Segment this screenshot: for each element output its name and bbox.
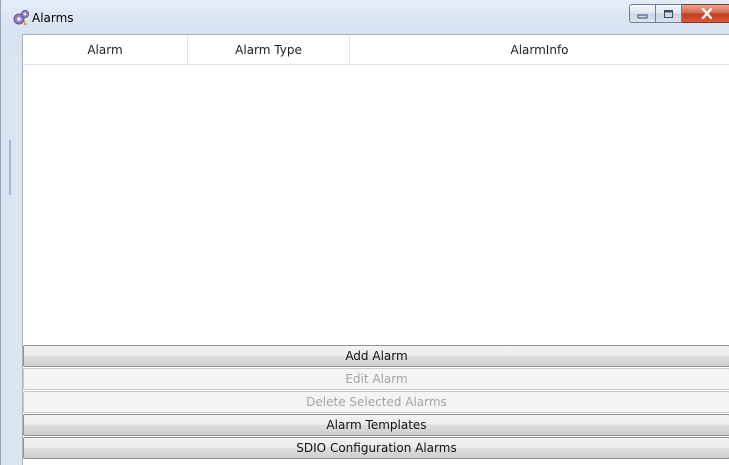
window-edge-accent [9,140,11,195]
client-area: Alarm Alarm Type AlarmInfo Add Alarm Edi… [22,34,729,465]
maximize-button[interactable] [656,4,682,23]
alarms-window: Alarms Alarm Alarm Type AlarmInfo Add Al… [0,0,729,465]
alarm-grid-header: Alarm Alarm Type AlarmInfo [23,35,729,65]
alarm-templates-button[interactable]: Alarm Templates [23,414,729,436]
title-bar[interactable]: Alarms [1,0,729,34]
column-header-alarm-type[interactable]: Alarm Type [188,35,350,64]
minimize-button[interactable] [629,4,656,23]
window-title: Alarms [32,11,74,25]
sdio-configuration-alarms-button[interactable]: SDIO Configuration Alarms [23,437,729,459]
caption-buttons [629,4,729,24]
gear-alarm-icon [12,9,30,27]
minimize-icon [637,4,648,23]
edit-alarm-button[interactable]: Edit Alarm [23,368,729,390]
close-button[interactable] [682,4,729,23]
alarm-grid-body[interactable] [23,65,729,344]
column-header-alarm-info[interactable]: AlarmInfo [350,35,729,64]
add-alarm-button[interactable]: Add Alarm [23,345,729,367]
maximize-icon [663,4,674,23]
delete-selected-alarms-button[interactable]: Delete Selected Alarms [23,391,729,413]
column-header-alarm[interactable]: Alarm [23,35,188,64]
close-icon [701,4,713,23]
